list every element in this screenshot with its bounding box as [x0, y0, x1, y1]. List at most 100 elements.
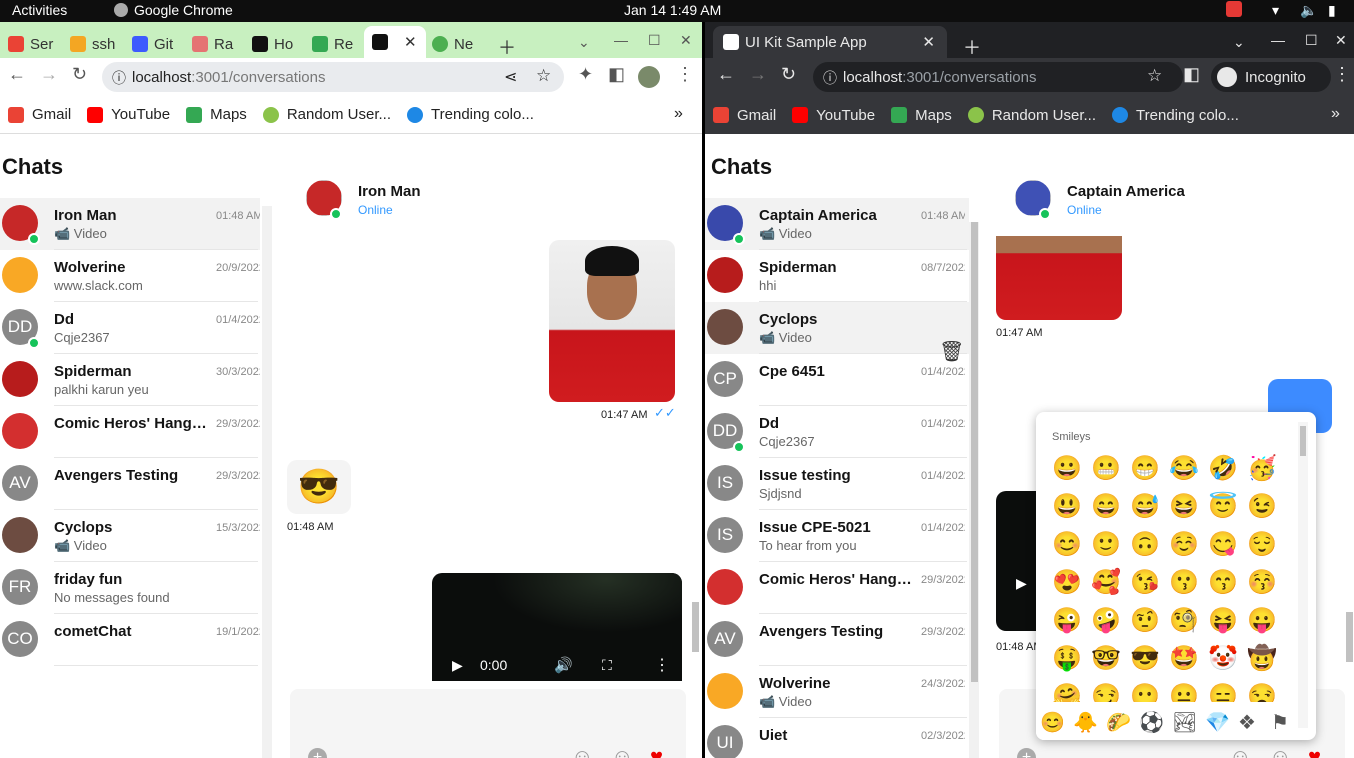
- more-options-icon[interactable]: ⋮: [654, 655, 670, 675]
- emoji-option[interactable]: 😛: [1243, 602, 1281, 640]
- emoji-option[interactable]: 🤣: [1204, 450, 1242, 488]
- emoji-option[interactable]: 🙂: [1087, 526, 1125, 564]
- maximize-icon[interactable]: ☐: [1305, 32, 1318, 49]
- emoji-option[interactable]: 😗: [1165, 564, 1203, 602]
- messages-scrollbar[interactable]: [690, 242, 700, 662]
- image-message[interactable]: [996, 236, 1122, 320]
- activities-button[interactable]: Activities: [12, 2, 67, 18]
- tab-git[interactable]: Git: [132, 30, 188, 58]
- battery-icon[interactable]: ▮: [1328, 2, 1336, 19]
- conversation-row[interactable]: Spiderman palkhi karun yeu 30/3/2022: [0, 354, 260, 406]
- more-bookmarks-icon[interactable]: »: [1331, 105, 1340, 123]
- conversation-row[interactable]: Wolverine 📹 Video 24/3/2022: [705, 666, 969, 718]
- tab-ssh[interactable]: ssh: [70, 30, 126, 58]
- minimize-icon[interactable]: —: [614, 32, 628, 48]
- new-tab-icon[interactable]: ＋: [963, 34, 981, 60]
- emoji-option[interactable]: 🤑: [1048, 640, 1086, 678]
- address-bar[interactable]: ⓘ localhost:3001/conversations ☆: [813, 62, 1183, 92]
- emoji-category-tab[interactable]: 🐥: [1073, 710, 1098, 735]
- conversation-row[interactable]: Spiderman hhi 08/7/2022: [705, 250, 969, 302]
- tab-search-icon[interactable]: ⌄: [578, 34, 590, 51]
- tab-ne[interactable]: Ne: [432, 30, 488, 58]
- emoji-option[interactable]: 😜: [1048, 602, 1086, 640]
- heart-icon[interactable]: ♥: [1308, 744, 1321, 758]
- menu-icon[interactable]: ⋮: [1333, 64, 1351, 85]
- bookmark-gmail[interactable]: Gmail: [713, 107, 776, 124]
- sidepanel-icon[interactable]: ◧: [1183, 64, 1200, 85]
- sticker-icon[interactable]: ☺: [571, 744, 593, 758]
- emoji-option[interactable]: 🤡: [1204, 640, 1242, 678]
- image-message[interactable]: [549, 240, 675, 402]
- list-scrollbar[interactable]: [969, 222, 979, 758]
- emoji-option[interactable]: 😇: [1204, 488, 1242, 526]
- tab-search-icon[interactable]: ⌄: [1233, 34, 1245, 51]
- emoji-option[interactable]: 😀: [1048, 450, 1086, 488]
- emoji-option[interactable]: 😏: [1087, 678, 1125, 702]
- more-bookmarks-icon[interactable]: »: [674, 105, 683, 123]
- emoji-option[interactable]: 😘: [1126, 564, 1164, 602]
- emoji-option[interactable]: 😑: [1204, 678, 1242, 702]
- scroll-thumb[interactable]: [1346, 612, 1353, 662]
- bookmark-random-user[interactable]: Random User...: [967, 107, 1096, 124]
- record-icon[interactable]: [1226, 1, 1242, 17]
- emoji-option[interactable]: ☺️: [1165, 526, 1203, 564]
- conversation-row[interactable]: Wolverine www.slack.com 20/9/2022: [0, 250, 260, 302]
- close-tab-icon[interactable]: ✕: [404, 33, 417, 51]
- emoji-option[interactable]: 😂: [1165, 450, 1203, 488]
- back-icon[interactable]: ←: [8, 64, 26, 85]
- conversation-row[interactable]: FR friday fun No messages found: [0, 562, 260, 614]
- forward-icon[interactable]: →: [40, 64, 58, 85]
- emoji-option[interactable]: 😬: [1087, 450, 1125, 488]
- conversation-row[interactable]: Iron Man 📹 Video 01:48 AM: [0, 198, 260, 250]
- conversation-row[interactable]: Cyclops 📹 Video 15/3/2022: [0, 510, 260, 562]
- emoji-category-tab[interactable]: 🌮: [1106, 710, 1131, 735]
- wifi-icon[interactable]: ▾: [1272, 2, 1279, 19]
- star-icon[interactable]: ☆: [1147, 66, 1162, 86]
- emoji-option[interactable]: 🤠: [1243, 640, 1281, 678]
- messages-scrollbar[interactable]: [1345, 242, 1354, 662]
- tab-gmail[interactable]: Ser: [8, 30, 64, 58]
- emoji-option[interactable]: 😃: [1048, 488, 1086, 526]
- conversation-row[interactable]: Comic Heros' Hangout 29/3/2022: [0, 406, 260, 458]
- volume-icon[interactable]: 🔈: [1300, 2, 1317, 19]
- emoji-option[interactable]: 🤪: [1087, 602, 1125, 640]
- emoji-option[interactable]: 🥳: [1243, 450, 1281, 488]
- address-bar[interactable]: ⓘ localhost:3001/conversations ⋖ ☆: [102, 62, 564, 92]
- conversation-row[interactable]: DDDdCqje236701/4/2022: [0, 302, 260, 354]
- emoji-icon[interactable]: ☺: [1269, 744, 1291, 758]
- conversation-row[interactable]: Captain America 📹 Video 01:48 AM: [705, 198, 969, 250]
- reload-icon[interactable]: ↻: [72, 64, 87, 85]
- emoji-scrollbar[interactable]: [1298, 422, 1308, 728]
- emoji-category-tab[interactable]: 🏞: [1172, 710, 1197, 735]
- incognito-badge[interactable]: Incognito: [1211, 62, 1331, 92]
- emoji-option[interactable]: 😍: [1048, 564, 1086, 602]
- scroll-thumb[interactable]: [971, 222, 978, 682]
- emoji-option[interactable]: 😁: [1126, 450, 1164, 488]
- sidepanel-icon[interactable]: ◧: [608, 64, 625, 85]
- bookmark-maps[interactable]: Maps: [891, 107, 952, 124]
- clock[interactable]: Jan 14 1:49 AM: [624, 2, 721, 18]
- volume-icon[interactable]: 🔊: [554, 656, 573, 674]
- emoji-option[interactable]: 🤗: [1048, 678, 1086, 702]
- extensions-icon[interactable]: ✦: [578, 64, 593, 85]
- tab-ho[interactable]: Ho: [252, 30, 308, 58]
- bookmark-random-user[interactable]: Random User...: [262, 106, 391, 123]
- back-icon[interactable]: ←: [717, 64, 735, 85]
- play-icon[interactable]: ▶: [452, 657, 463, 674]
- star-icon[interactable]: ☆: [536, 66, 551, 86]
- conversation-row[interactable]: IS Issue testing Sjdjsnd 01/4/2022: [705, 458, 969, 510]
- heart-icon[interactable]: ♥: [650, 744, 663, 758]
- emoji-option[interactable]: 😌: [1243, 526, 1281, 564]
- emoji-option[interactable]: 🙃: [1126, 526, 1164, 564]
- reload-icon[interactable]: ↻: [781, 64, 796, 85]
- tab-re[interactable]: Re: [312, 30, 368, 58]
- conversation-row[interactable]: CP Cpe 6451 01/4/2022: [705, 354, 969, 406]
- app-menu[interactable]: Google Chrome: [114, 2, 233, 18]
- bookmark-gmail[interactable]: Gmail: [8, 106, 71, 123]
- emoji-option[interactable]: 🤩: [1165, 640, 1203, 678]
- profile-avatar[interactable]: [638, 66, 660, 88]
- emoji-category-tab[interactable]: 😊: [1040, 710, 1065, 735]
- conversation-row[interactable]: IS Issue CPE-5021 To hear from you 01/4/202…: [705, 510, 969, 562]
- emoji-category-tab[interactable]: ❖: [1238, 710, 1256, 735]
- emoji-category-tab[interactable]: ⚽: [1139, 710, 1164, 735]
